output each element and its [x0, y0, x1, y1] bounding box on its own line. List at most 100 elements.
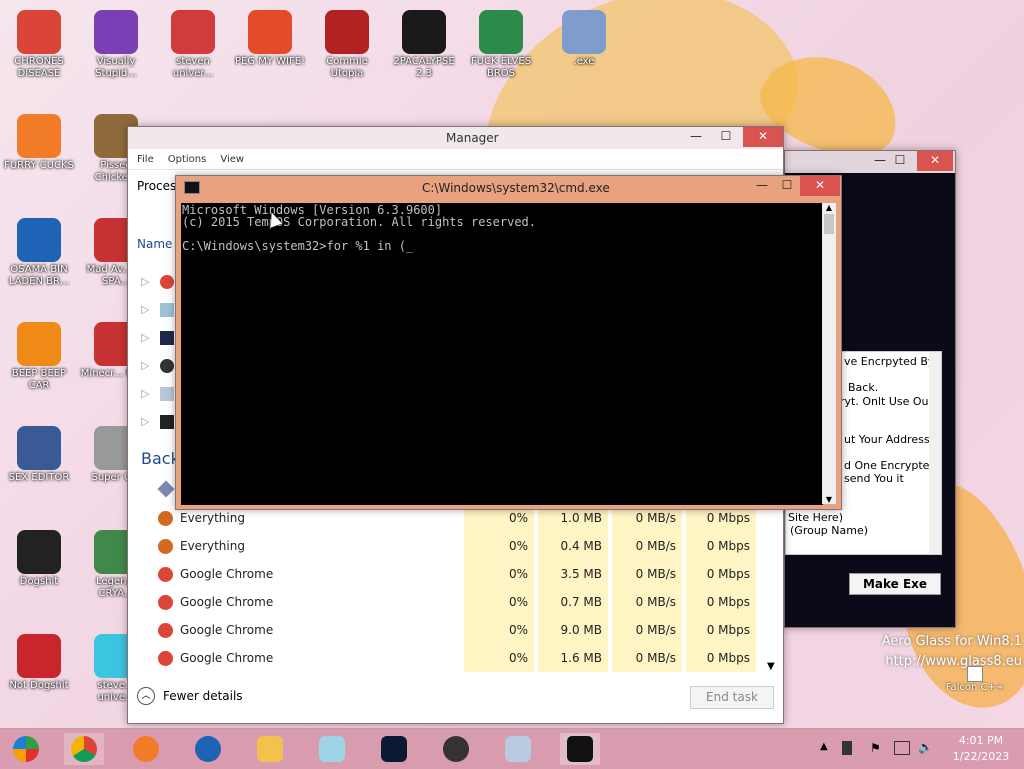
desktop-icon-label: steven univer... — [172, 56, 214, 79]
expand-arrow[interactable]: ▷ — [141, 275, 149, 288]
watermark-line1: Aero Glass for Win8.1 — [881, 634, 1022, 649]
fewer-details-button[interactable]: ︿ Fewer details — [137, 687, 243, 705]
desktop-icon[interactable]: Visually Stupid... — [80, 10, 152, 80]
minimize-button[interactable]: — — [681, 127, 711, 147]
process-row[interactable]: Google Chrome 0% 0.7 MB 0 MB/s 0 Mbps — [128, 588, 756, 616]
info-line: Site Here) — [788, 511, 843, 524]
firefox-icon — [133, 736, 159, 762]
console-scrollbar[interactable]: ▲ ▼ — [822, 203, 836, 504]
volume-icon[interactable]: 🔈 — [918, 740, 933, 754]
process-disk: 0 MB/s — [612, 644, 682, 672]
maximize-button[interactable]: ☐ — [885, 151, 915, 171]
app-icon — [17, 218, 61, 262]
app-icon — [248, 10, 292, 54]
taskbar-app[interactable] — [374, 733, 414, 765]
desktop-icon-label: 2PACALYPSE 2.3 — [393, 56, 455, 79]
process-cpu: 0% — [464, 532, 534, 560]
process-net: 0 Mbps — [686, 644, 756, 672]
process-icon — [158, 594, 173, 610]
process-name: Google Chrome — [180, 623, 274, 637]
window-title: C:\Windows\system32\cmd.exe — [422, 181, 610, 195]
taskbar-task-manager[interactable] — [498, 733, 538, 765]
process-net: 0 Mbps — [686, 616, 756, 644]
clock[interactable]: 4:01 PM 1/22/2023 — [944, 733, 1018, 765]
desktop-icon[interactable]: SEX EDITOR — [3, 426, 75, 484]
info-line: d One Encrypted — [844, 459, 937, 472]
app-icon — [171, 10, 215, 54]
desktop-icon[interactable]: Not Dogshit — [3, 634, 75, 692]
process-icon — [158, 622, 173, 638]
desktop-icon[interactable]: BEEP BEEP CAR — [3, 322, 75, 392]
close-button[interactable]: ✕ — [800, 176, 840, 196]
desktop-icon[interactable]: 2PACALYPSE 2.3 — [388, 10, 460, 80]
taskbar-app[interactable] — [188, 733, 228, 765]
process-name: Google Chrome — [180, 567, 274, 581]
scroll-thumb[interactable] — [824, 214, 834, 234]
info-scrollbar[interactable] — [929, 352, 941, 554]
process-mem: 9.0 MB — [538, 616, 608, 644]
taskbar-firefox[interactable] — [126, 733, 166, 765]
scroll-up-icon[interactable]: ▲ — [822, 203, 836, 212]
process-row[interactable]: Everything 0% 0.4 MB 0 MB/s 0 Mbps — [128, 532, 756, 560]
maximize-button[interactable]: ☐ — [711, 127, 741, 147]
desktop-icon[interactable]: OSAMA BIN LADEN BR... — [3, 218, 75, 288]
expand-arrow[interactable]: ▷ — [141, 359, 149, 372]
process-row[interactable]: Google Chrome 0% 9.0 MB 0 MB/s 0 Mbps — [128, 616, 756, 644]
menu-view[interactable]: View — [220, 154, 244, 165]
app-icon — [402, 10, 446, 54]
window-title: Manager — [446, 131, 499, 145]
scroll-down-icon[interactable]: ▼ — [822, 495, 836, 504]
make-exe-button[interactable]: Make Exe — [849, 573, 941, 595]
end-task-button[interactable]: End task — [690, 686, 774, 709]
scroll-down-icon[interactable]: ▼ — [767, 661, 775, 672]
info-line: ut Your Address — [844, 433, 930, 446]
titlebar: — ☐ ✕ — [785, 151, 955, 173]
falcon-desktop-icon[interactable]: Falcon C++ — [940, 666, 1010, 693]
tray-icon[interactable] — [842, 741, 852, 755]
expand-arrow[interactable]: ▷ — [141, 303, 149, 316]
desktop-icon[interactable]: .exe — [548, 10, 620, 68]
process-row[interactable]: Google Chrome 0% 1.6 MB 0 MB/s 0 Mbps — [128, 644, 756, 672]
process-name: Everything — [180, 539, 245, 553]
desktop-icon[interactable]: steven univer... — [157, 10, 229, 80]
taskbar-explorer[interactable] — [250, 733, 290, 765]
expand-arrow[interactable]: ▷ — [141, 387, 149, 400]
desktop-icon[interactable]: Commie Utopia — [311, 10, 383, 80]
process-icon — [160, 331, 174, 345]
desktop-icon[interactable]: PEG MY WIFE! — [234, 10, 306, 68]
process-list-scrollbar[interactable]: ▼ — [764, 507, 780, 672]
close-button[interactable]: ✕ — [743, 127, 783, 147]
network-icon[interactable] — [894, 741, 910, 755]
console-output[interactable]: Microsoft Windows [Version 6.3.9600] (c) … — [181, 203, 823, 505]
app-icon — [17, 114, 61, 158]
start-button[interactable] — [6, 733, 46, 765]
process-icon — [158, 510, 173, 526]
desktop-icon[interactable]: Dogshit — [3, 530, 75, 588]
taskbar-cmd[interactable] — [560, 733, 600, 765]
maximize-button[interactable]: ☐ — [772, 176, 802, 196]
process-net: 0 Mbps — [686, 560, 756, 588]
expand-arrow[interactable]: ▷ — [141, 415, 149, 428]
desktop-icon[interactable]: FUCK ELVES BROS — [465, 10, 537, 80]
menu-bar: File Options View — [128, 149, 783, 170]
expand-arrow[interactable]: ▷ — [141, 331, 149, 344]
flag-icon[interactable]: ⚑ — [870, 741, 881, 755]
close-button[interactable]: ✕ — [917, 151, 953, 171]
taskbar-app[interactable] — [312, 733, 352, 765]
chrome-icon — [71, 736, 97, 762]
process-icon — [160, 275, 174, 289]
show-hidden-icons[interactable]: ▲ — [820, 741, 828, 752]
taskbar-app[interactable] — [436, 733, 476, 765]
desktop-icon[interactable]: CHRONES DISEASE — [3, 10, 75, 80]
app-icon — [381, 736, 407, 762]
process-cpu: 0% — [464, 644, 534, 672]
menu-file[interactable]: File — [137, 154, 154, 165]
process-icon — [160, 359, 174, 373]
desktop-icon[interactable]: FURRY CUCKS — [3, 114, 75, 172]
menu-options[interactable]: Options — [168, 154, 207, 165]
column-name[interactable]: Name — [137, 237, 172, 251]
process-cpu: 0% — [464, 560, 534, 588]
process-row[interactable]: Google Chrome 0% 3.5 MB 0 MB/s 0 Mbps — [128, 560, 756, 588]
taskbar-chrome[interactable] — [64, 733, 104, 765]
falcon-label: Falcon C++ — [945, 682, 1005, 693]
